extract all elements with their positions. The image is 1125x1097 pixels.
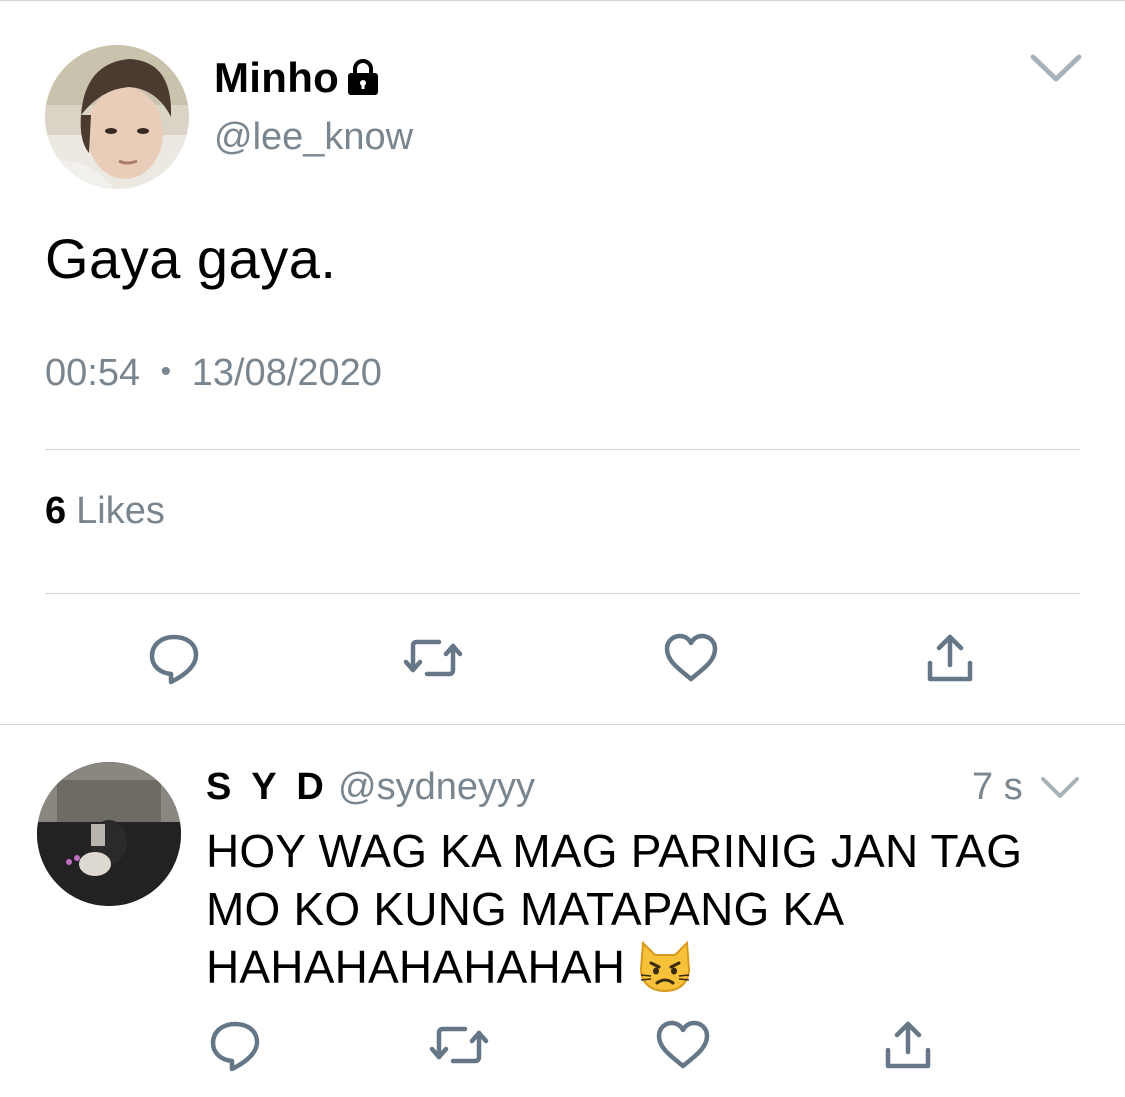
divider: [45, 449, 1080, 450]
reply-icon: [149, 634, 199, 685]
share-button[interactable]: [920, 628, 980, 688]
reply-avatar-photo: [37, 762, 181, 906]
retweet-button[interactable]: [403, 628, 463, 688]
reply-time: 7 s: [972, 766, 1023, 808]
reply-icon: [210, 1021, 260, 1072]
reply-text-content: HOY WAG KA MAG PARINIG JAN TAG MO KO KUN…: [206, 825, 1023, 993]
chevron-down-icon[interactable]: [1040, 775, 1080, 801]
likes-summary[interactable]: 6 Likes: [45, 490, 165, 533]
retweet-icon: [429, 1026, 489, 1064]
reply-text: HOY WAG KA MAG PARINIG JAN TAG MO KO KUN…: [206, 822, 1106, 996]
likes-count: 6: [45, 490, 67, 532]
heart-icon: [656, 1020, 710, 1069]
user-handle[interactable]: @lee_know: [214, 116, 413, 159]
chevron-down-icon[interactable]: [1030, 52, 1082, 84]
tweet-time: 00:54: [45, 352, 141, 394]
reply-like-button[interactable]: [653, 1015, 713, 1075]
share-icon: [927, 634, 973, 682]
top-divider: [0, 0, 1125, 1]
lock-icon: [348, 59, 379, 95]
reply-display-name[interactable]: S Y D: [206, 766, 329, 809]
heart-icon: [664, 633, 718, 682]
tweet-text: Gaya gaya.: [45, 227, 337, 290]
reply-button[interactable]: [144, 628, 204, 688]
divider: [45, 593, 1080, 594]
retweet-icon: [403, 639, 463, 677]
display-name-text: Minho: [214, 54, 340, 101]
avatar-photo: [45, 45, 189, 189]
timestamp-separator: •: [160, 355, 172, 388]
reply-reply-button[interactable]: [205, 1015, 265, 1075]
reply-retweet-button[interactable]: [429, 1015, 489, 1075]
reply-share-button[interactable]: [878, 1015, 938, 1075]
reply-user-handle[interactable]: @sydneyyy: [338, 766, 535, 809]
reply-avatar[interactable]: [37, 762, 181, 906]
pouting-cat-face-icon: [640, 940, 691, 993]
share-icon: [885, 1021, 931, 1069]
likes-label: Likes: [76, 490, 165, 532]
like-button[interactable]: [661, 628, 721, 688]
display-name[interactable]: Minho: [214, 54, 381, 102]
avatar[interactable]: [45, 45, 189, 189]
tweet-date: 13/08/2020: [191, 352, 382, 394]
tweet-timestamp: 00:54 • 13/08/2020: [45, 352, 382, 395]
divider: [0, 724, 1125, 725]
